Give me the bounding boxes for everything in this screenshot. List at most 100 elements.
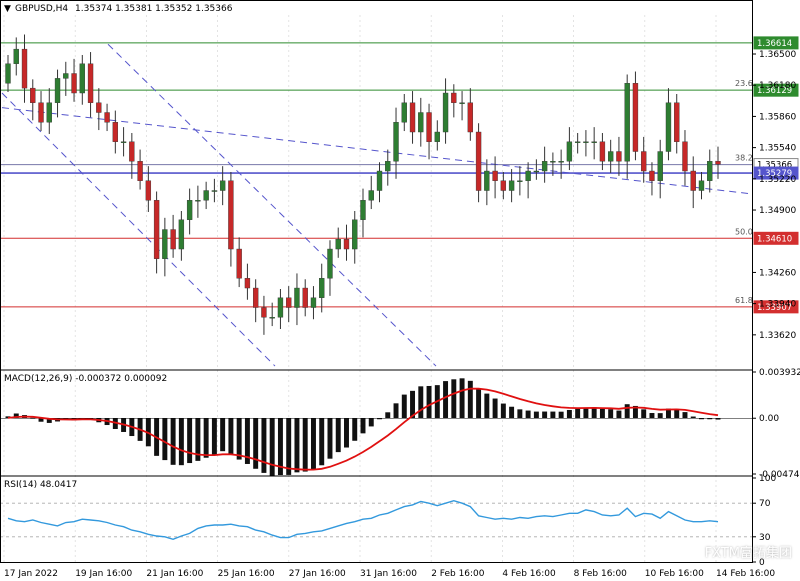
macd-bar — [170, 418, 176, 465]
rsi-y-tick-label: 100 — [759, 474, 776, 484]
macd-y-tick-label: 0.00 — [759, 414, 779, 424]
candle-body — [566, 141, 573, 162]
y-tick-label: 1.33620 — [759, 331, 796, 341]
candle-body — [21, 48, 28, 89]
candle-body — [71, 73, 77, 94]
macd-bar — [310, 418, 316, 470]
macd-bar — [220, 418, 226, 452]
macd-bar — [525, 410, 531, 419]
macd-bar — [476, 388, 482, 419]
macd-bar — [385, 412, 391, 419]
candle-body — [63, 73, 69, 79]
y-tick-label: 1.35540 — [759, 144, 796, 154]
macd-bar — [360, 418, 366, 434]
candle-body — [426, 112, 432, 142]
macd-bar — [682, 412, 688, 419]
candle-body — [682, 141, 688, 172]
candle-body — [112, 122, 119, 142]
candle-body — [352, 219, 358, 250]
macd-bar — [542, 411, 548, 419]
candle-body — [170, 229, 176, 250]
macd-bar — [558, 411, 564, 419]
candle-body — [236, 248, 242, 279]
fib-label: 50.0 — [735, 227, 753, 236]
rsi-title: RSI(14) 48.0417 — [4, 480, 77, 490]
candle-body — [38, 102, 44, 123]
candle-body — [492, 170, 498, 181]
candle-body — [335, 239, 341, 250]
gbpusd-chart[interactable]: 1.3661423.61.3612938.21.353661.3527950.0… — [0, 0, 800, 581]
header-arrow[interactable]: ▼ — [4, 4, 11, 14]
macd-bar — [509, 406, 515, 419]
fib-label: 61.8 — [735, 296, 753, 305]
candle-body — [211, 190, 218, 192]
candle-body — [13, 48, 19, 64]
header-symbol: GBPUSD,H4 — [15, 4, 68, 14]
candle-body — [624, 83, 630, 162]
candle-body — [145, 180, 152, 201]
macd-bar — [575, 408, 581, 419]
candle-body — [409, 102, 416, 133]
candle-body — [657, 151, 663, 181]
macd-bar — [484, 393, 490, 419]
fxtm-watermark: FXTM富拓集团 — [704, 546, 792, 561]
candle-body — [178, 219, 185, 250]
macd-bar — [203, 418, 209, 458]
fib-label: 38.2 — [735, 154, 753, 163]
macd-bar — [690, 416, 696, 419]
candle-body — [698, 180, 705, 191]
candle-body — [129, 141, 135, 162]
macd-bar — [327, 418, 333, 459]
rsi-panel — [0, 499, 752, 541]
x-tick-label: 25 Jan 16:00 — [218, 569, 275, 579]
candle-body — [302, 287, 308, 308]
candle-body — [533, 170, 540, 173]
x-tick-label: 19 Jan 16:00 — [75, 569, 132, 579]
candle-body — [500, 180, 507, 191]
y-tick-label: 1.35860 — [759, 112, 796, 122]
candle-body — [186, 200, 193, 220]
x-tick-label: 31 Jan 16:00 — [360, 569, 417, 579]
macd-bar — [253, 418, 259, 469]
macd-bar — [699, 418, 704, 420]
x-tick-label: 17 Jan 2022 — [4, 569, 58, 579]
macd-bar — [616, 410, 622, 419]
x-tick-label: 10 Feb 16:00 — [645, 569, 704, 579]
macd-bar — [393, 403, 399, 419]
candle-body — [418, 112, 424, 133]
candle-body — [252, 287, 259, 308]
candle-body — [550, 161, 556, 163]
candle-body — [360, 200, 366, 220]
y-tick-label: 1.35220 — [759, 175, 796, 185]
macd-bar — [566, 409, 572, 419]
x-tick-label: 4 Feb 16:00 — [502, 569, 556, 579]
macd-bar — [211, 418, 217, 455]
macd-bar — [261, 418, 267, 473]
candle-body — [5, 63, 11, 84]
macd-bar — [608, 409, 614, 419]
level-price-label: 1.36614 — [757, 39, 792, 49]
candle-body — [541, 161, 548, 172]
candle-body — [649, 170, 655, 181]
y-tick-label: 1.34260 — [759, 268, 796, 278]
macd-bar — [641, 409, 647, 419]
candle-body — [459, 102, 465, 104]
candle-body — [632, 83, 639, 152]
candle-body — [195, 200, 201, 202]
candle-body — [385, 161, 391, 172]
macd-bar — [533, 411, 539, 419]
candle-body — [674, 102, 680, 142]
candle-body — [294, 287, 300, 308]
candle-body — [707, 161, 713, 181]
candle-body — [451, 92, 457, 103]
macd-bar — [286, 418, 292, 475]
macd-bar — [162, 418, 168, 461]
candle-body — [79, 63, 85, 94]
macd-bar — [451, 379, 457, 419]
candle-body — [574, 141, 581, 143]
candle-body — [104, 112, 110, 123]
candle-body — [641, 151, 647, 172]
macd-bar — [418, 386, 424, 419]
candle-body — [583, 141, 589, 143]
macd-bar — [187, 418, 193, 464]
